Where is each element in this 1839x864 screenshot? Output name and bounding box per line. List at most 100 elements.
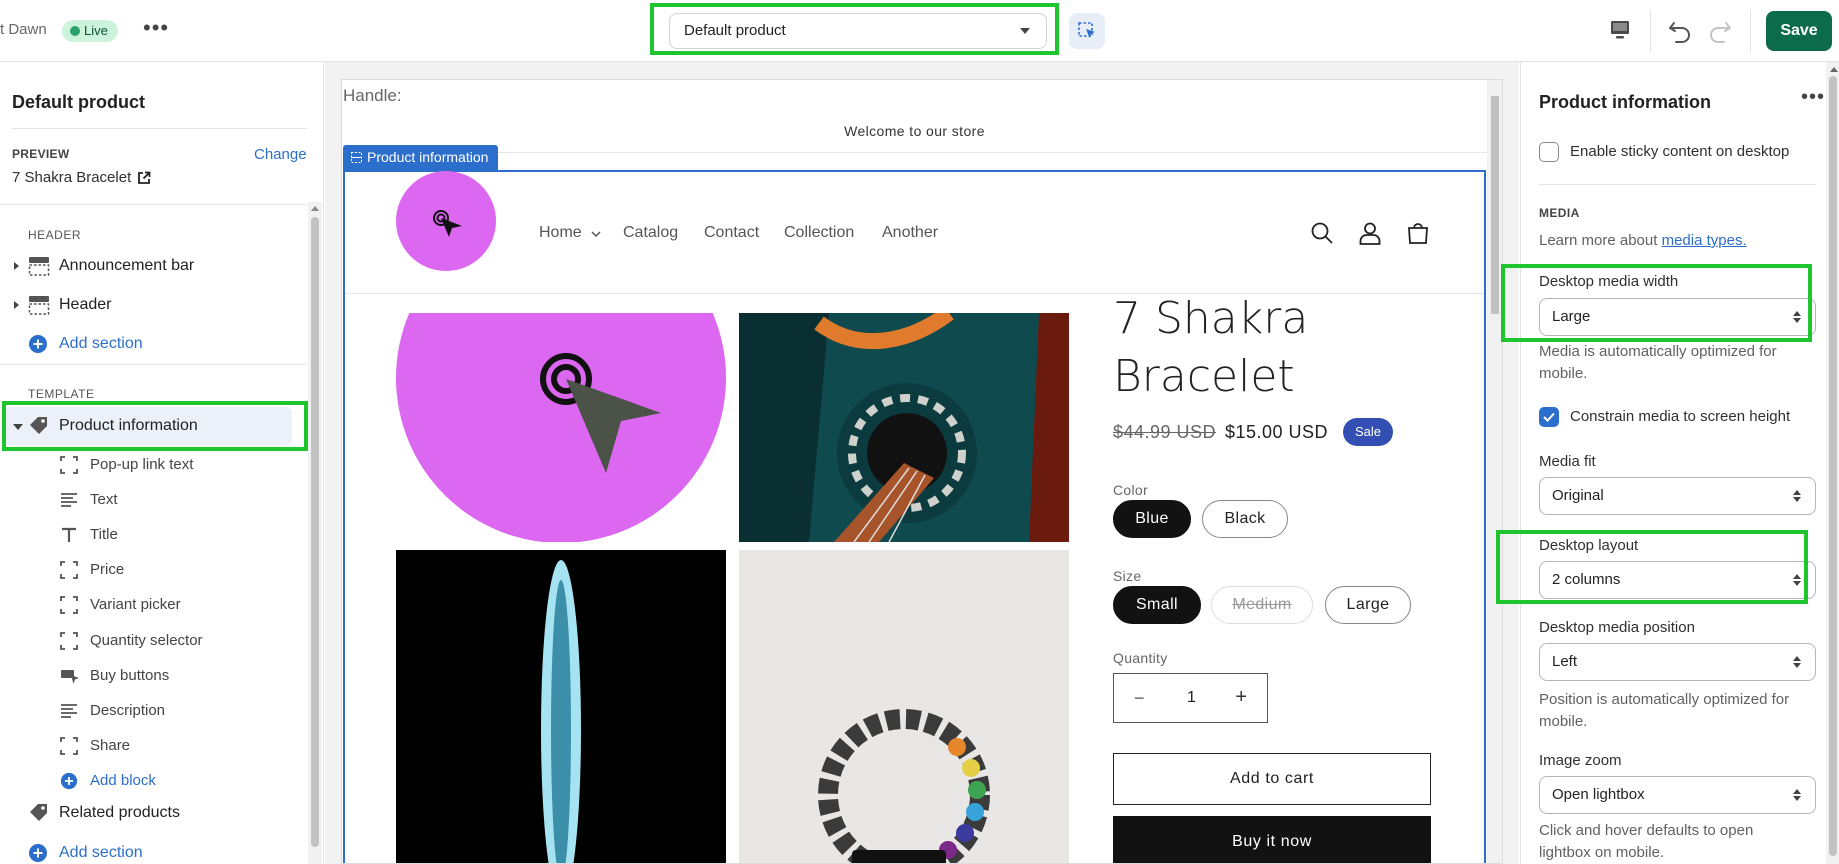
product-image-bracelet[interactable]	[739, 550, 1069, 863]
text-lines-icon	[61, 493, 77, 507]
cursor-logo-icon	[433, 210, 462, 237]
block-share[interactable]: Share	[0, 730, 307, 760]
block-dashed-icon	[60, 737, 78, 755]
more-actions-icon[interactable]: •••	[143, 17, 169, 39]
nav-home[interactable]: Home	[539, 224, 582, 242]
template-group-label: TEMPLATE	[28, 387, 95, 401]
sidebar-item-header[interactable]: Header	[0, 288, 307, 322]
color-label: Color	[1113, 482, 1148, 498]
position-help: Position is automatically optimized for …	[1539, 691, 1790, 730]
nav-contact[interactable]: Contact	[704, 224, 759, 242]
live-label: Live	[84, 23, 108, 38]
buy-buttons-icon	[61, 670, 79, 684]
divider	[342, 152, 1487, 153]
account-icon[interactable]	[1358, 221, 1382, 245]
announcement-text: Welcome to our store	[844, 123, 985, 139]
section-tag[interactable]: Product information	[343, 145, 499, 170]
block-label: Share	[90, 737, 131, 754]
template-title: Default product	[12, 92, 145, 112]
desktop-media-position-select[interactable]: Left	[1539, 643, 1816, 681]
storefront-preview[interactable]: Handle: Welcome to our store Product inf…	[341, 79, 1503, 864]
add-to-cart-button[interactable]: Add to cart	[1113, 753, 1431, 805]
left-sidebar: Default product PREVIEW Change 7 Shakra …	[0, 62, 324, 864]
color-option-black[interactable]: Black	[1202, 500, 1288, 538]
redo-icon[interactable]	[1707, 18, 1733, 44]
size-option-large[interactable]: Large	[1325, 586, 1411, 624]
constrain-media-checkbox[interactable]	[1539, 407, 1559, 427]
header-group-label: HEADER	[28, 228, 82, 242]
change-preview-link[interactable]: Change	[254, 146, 307, 163]
preview-scroll-thumb[interactable]	[1491, 96, 1499, 314]
search-icon[interactable]	[1310, 221, 1334, 245]
sidebar-scroll-thumb[interactable]	[311, 217, 319, 847]
block-text[interactable]: Text	[0, 484, 307, 514]
select-value: Original	[1552, 487, 1604, 504]
sidebar-item-related-products[interactable]: Related products	[0, 796, 307, 830]
media-fit-select[interactable]: Original	[1539, 477, 1816, 515]
cart-icon[interactable]	[1406, 221, 1430, 245]
divider	[0, 204, 307, 205]
buy-now-button[interactable]: Buy it now	[1113, 816, 1431, 863]
chevron-down-icon[interactable]	[591, 231, 601, 238]
divider	[12, 128, 307, 129]
external-link-icon[interactable]	[137, 171, 151, 185]
size-option-medium[interactable]: Medium	[1211, 586, 1313, 624]
block-label: Quantity selector	[90, 632, 203, 649]
inspector-icon	[1078, 22, 1095, 38]
undo-icon[interactable]	[1667, 18, 1693, 44]
preview-label: PREVIEW	[12, 147, 70, 161]
product-image-logo[interactable]	[396, 313, 726, 542]
add-section-template-button[interactable]: Add section	[0, 836, 307, 864]
store-logo[interactable]	[396, 171, 496, 271]
desktop-view-icon[interactable]	[1609, 20, 1631, 40]
highlight-desktop-layout	[1496, 530, 1808, 604]
section-grid-icon	[351, 152, 362, 163]
template-select[interactable]: Default product	[669, 13, 1047, 49]
nav-collection[interactable]: Collection	[784, 224, 854, 242]
highlight-product-information	[2, 401, 308, 451]
sidebar-item-label: Announcement bar	[59, 257, 195, 274]
add-section-label: Add section	[59, 335, 143, 352]
image-zoom-select[interactable]: Open lightbox	[1539, 776, 1816, 814]
chevron-right-icon[interactable]	[14, 301, 19, 309]
sale-badge: Sale	[1343, 418, 1394, 446]
product-title: 7 Shakra Bracelet	[1113, 293, 1309, 402]
quantity-stepper[interactable]: − 1 +	[1113, 673, 1268, 723]
inspector-button[interactable]	[1069, 13, 1105, 49]
more-actions-icon[interactable]: •••	[1801, 86, 1825, 109]
product-image-blue-disk[interactable]	[396, 550, 726, 863]
scroll-up-icon[interactable]	[1830, 67, 1838, 72]
scroll-up-icon[interactable]	[311, 206, 319, 211]
add-section-header-button[interactable]: Add section	[0, 327, 307, 361]
block-popup-link-text[interactable]: Pop-up link text	[0, 449, 307, 479]
select-arrows-icon	[1793, 490, 1801, 502]
block-buy-buttons[interactable]: Buy buttons	[0, 660, 307, 690]
plus-circle-icon	[60, 772, 78, 790]
select-value: Left	[1552, 653, 1578, 670]
media-types-link[interactable]: media types.	[1662, 232, 1747, 249]
chevron-right-icon[interactable]	[14, 262, 19, 270]
block-title[interactable]: Title	[0, 519, 307, 549]
sidebar-item-label: Related products	[59, 804, 180, 821]
size-option-small[interactable]: Small	[1113, 586, 1201, 624]
save-button[interactable]: Save	[1766, 11, 1832, 51]
settings-scroll-thumb[interactable]	[1829, 76, 1837, 856]
desktop-media-position-label: Desktop media position	[1539, 619, 1695, 636]
nav-another[interactable]: Another	[882, 224, 938, 242]
product-image-guitar[interactable]	[739, 313, 1069, 542]
block-quantity-selector[interactable]: Quantity selector	[0, 625, 307, 655]
block-label: Text	[90, 491, 118, 508]
block-label: Buy buttons	[90, 667, 170, 684]
sidebar-item-announcement-bar[interactable]: Announcement bar	[0, 249, 307, 283]
nav-catalog[interactable]: Catalog	[623, 224, 678, 242]
block-label: Description	[90, 702, 166, 719]
block-price[interactable]: Price	[0, 554, 307, 584]
plus-icon[interactable]: +	[1235, 686, 1247, 709]
divider	[1650, 10, 1651, 52]
color-option-blue[interactable]: Blue	[1113, 500, 1191, 538]
block-variant-picker[interactable]: Variant picker	[0, 589, 307, 619]
add-block-label: Add block	[90, 772, 156, 789]
add-block-button[interactable]: Add block	[0, 765, 307, 795]
block-description[interactable]: Description	[0, 695, 307, 725]
sticky-content-checkbox[interactable]	[1539, 142, 1559, 162]
